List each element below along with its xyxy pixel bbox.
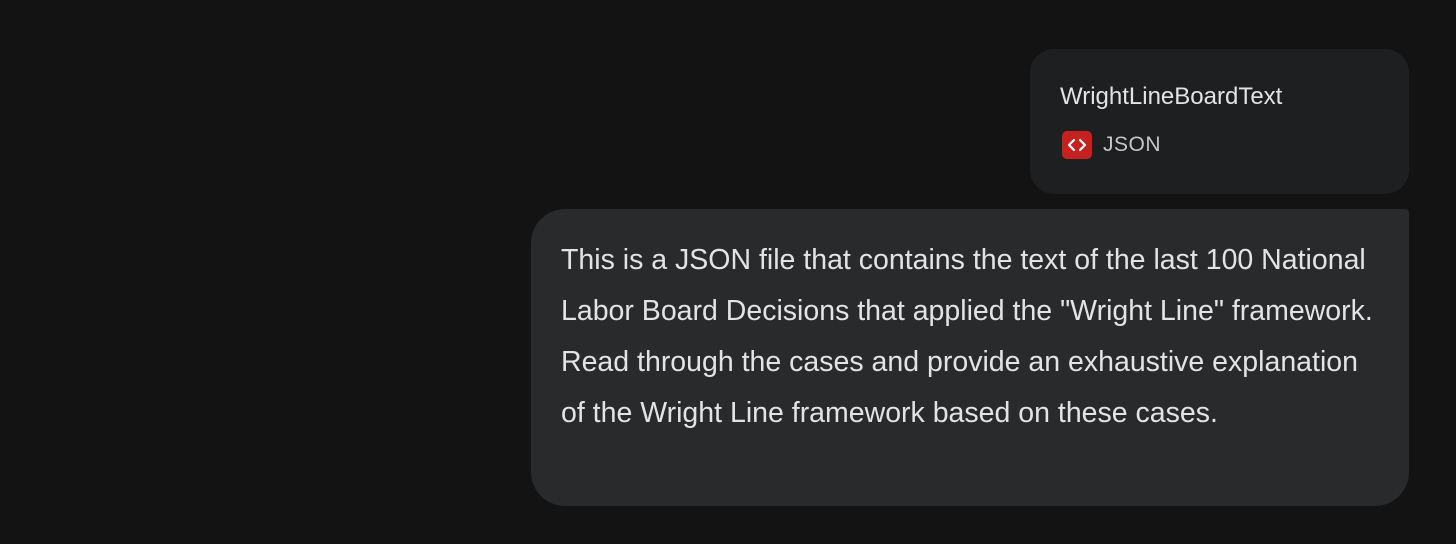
chat-page: WrightLineBoardText JSON This is a JSON …: [0, 0, 1456, 544]
user-message-text: This is a JSON file that contains the te…: [561, 244, 1373, 429]
file-name: WrightLineBoardText: [1060, 83, 1283, 110]
file-type-row: JSON: [1060, 131, 1409, 159]
code-icon: [1062, 131, 1092, 159]
file-attachment-card[interactable]: WrightLineBoardText JSON: [1030, 49, 1409, 194]
file-type-label: JSON: [1103, 133, 1162, 156]
user-message-bubble: This is a JSON file that contains the te…: [531, 209, 1409, 506]
